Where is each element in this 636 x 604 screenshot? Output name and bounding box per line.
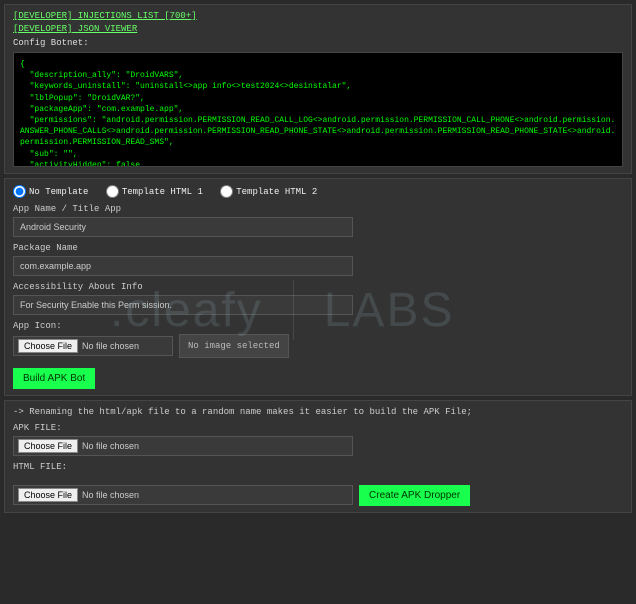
dev-links-panel: [DEVELOPER] INJECTIONS LIST [700+] [DEVE… bbox=[4, 4, 632, 174]
config-label: Config Botnet: bbox=[13, 38, 623, 48]
apkfile-status: No file chosen bbox=[82, 441, 139, 451]
htmlfile-status: No file chosen bbox=[82, 490, 139, 500]
appname-input[interactable] bbox=[13, 217, 353, 237]
appicon-preview: No image selected bbox=[179, 334, 289, 358]
apkfile-wrap: Choose File No file chosen bbox=[13, 436, 353, 456]
accessibility-label: Accessibility About Info bbox=[13, 282, 623, 292]
appicon-row: Choose File No file chosen No image sele… bbox=[13, 334, 623, 358]
apkfile-label: APK FILE: bbox=[13, 423, 623, 433]
htmlfile-wrap: Choose File No file chosen bbox=[13, 485, 353, 505]
config-json-block[interactable]: { "description_ally": "DroidVARS", "keyw… bbox=[13, 52, 623, 167]
appicon-label: App Icon: bbox=[13, 321, 623, 331]
radio-template-html2[interactable]: Template HTML 2 bbox=[220, 187, 317, 197]
radio-no-template[interactable]: No Template bbox=[13, 187, 88, 197]
template-radio-row: No Template Template HTML 1 Template HTM… bbox=[13, 185, 623, 198]
htmlfile-choose-button[interactable]: Choose File bbox=[18, 488, 78, 502]
dev-json-viewer-link[interactable]: [DEVELOPER] JSON VIEWER bbox=[13, 24, 623, 34]
appicon-choose-button[interactable]: Choose File bbox=[18, 339, 78, 353]
apkfile-choose-button[interactable]: Choose File bbox=[18, 439, 78, 453]
radio-template-html1[interactable]: Template HTML 1 bbox=[106, 187, 203, 197]
appicon-file-status: No file chosen bbox=[82, 341, 139, 351]
build-apk-button[interactable]: Build APK Bot bbox=[13, 368, 95, 389]
dropper-note: -> Renaming the html/apk file to a rando… bbox=[13, 407, 623, 417]
builder-panel: No Template Template HTML 1 Template HTM… bbox=[4, 178, 632, 396]
package-input[interactable] bbox=[13, 256, 353, 276]
dev-injections-link[interactable]: [DEVELOPER] INJECTIONS LIST [700+] bbox=[13, 11, 623, 21]
create-dropper-button[interactable]: Create APK Dropper bbox=[359, 485, 470, 506]
dropper-panel: -> Renaming the html/apk file to a rando… bbox=[4, 400, 632, 513]
accessibility-input[interactable] bbox=[13, 295, 353, 315]
appname-label: App Name / Title App bbox=[13, 204, 623, 214]
package-label: Package Name bbox=[13, 243, 623, 253]
appicon-file-wrap: Choose File No file chosen bbox=[13, 336, 173, 356]
htmlfile-label: HTML FILE: bbox=[13, 462, 623, 472]
